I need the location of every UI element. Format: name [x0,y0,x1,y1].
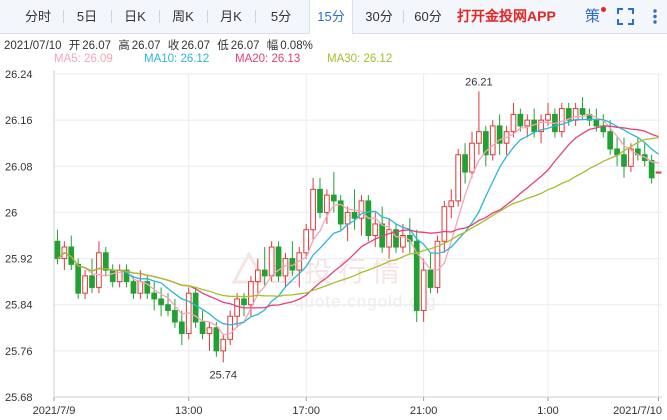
candle-body [227,315,234,340]
candle-body [427,269,434,288]
x-tick-label: 1:00 [537,405,558,417]
candle-body [434,240,441,288]
candle-body [54,240,61,260]
candle-body [220,338,227,352]
y-tick-label: 26 [5,207,17,219]
candle-body [213,327,220,352]
candle-body [351,211,358,219]
candle-body [158,298,164,306]
candle-body [102,252,109,271]
candle-body [109,269,116,283]
candle-body [206,327,213,335]
candle-body [89,275,95,288]
x-tick-label: 2021/7/10 [613,405,662,417]
candle-body [178,321,185,335]
candlestick-chart[interactable]: 26.2426.1626.082625.9225.8425.7625.68202… [0,0,667,420]
candle-body [330,194,337,202]
candle-body [137,281,144,294]
y-tick-label: 26.08 [5,161,33,173]
candle-body [165,304,171,311]
ma5-line [57,113,659,336]
candle-body [476,131,482,144]
candle-body [248,281,254,306]
candle-body [234,298,240,317]
candle-body [130,281,137,294]
candle-body [441,206,448,242]
candle-body [317,188,323,213]
candle-body [593,119,600,127]
y-tick-label: 26.16 [5,115,33,127]
candle-body [448,200,455,208]
candle-body [199,321,206,335]
candle-body [462,154,468,173]
candle-body [621,154,627,167]
low-annotation: 25.74 [210,369,238,381]
y-tick-label: 25.92 [5,254,33,266]
candle-body [172,309,178,323]
candle-body [372,223,379,236]
y-tick-label: 25.76 [5,346,33,358]
candle-body [648,160,655,179]
candle-body [96,252,102,288]
candle-body [455,154,462,202]
candle-body [75,263,82,294]
candle-body [303,229,310,254]
x-tick-label: 13:00 [175,405,203,417]
candle-body [469,142,475,173]
candle-body [545,113,551,121]
x-tick-label: 21:00 [410,405,438,417]
candle-body [261,269,268,277]
candle-body [517,113,524,127]
candle-body [386,229,392,248]
candle-body [510,113,517,133]
y-tick-label: 26.24 [5,69,33,81]
candle-body [607,131,614,150]
candle-body [241,298,247,306]
y-tick-label: 25.84 [5,300,33,312]
candle-body [524,119,531,127]
candle-body [489,125,496,156]
candle-body [82,275,88,294]
y-tick-label: 25.68 [5,392,33,404]
candle-body [324,194,330,213]
candle-body [151,292,158,300]
candle-body [579,108,586,115]
x-tick-label: 2021/7/9 [33,405,76,417]
candle-body [254,269,261,283]
candle-body [310,188,316,231]
candle-body [655,171,662,174]
candle-body [344,211,351,225]
high-annotation: 26.21 [465,76,493,88]
candle-body [268,246,275,277]
x-tick-label: 17:00 [292,405,320,417]
candle-body [572,108,579,121]
candle-body [420,269,427,311]
